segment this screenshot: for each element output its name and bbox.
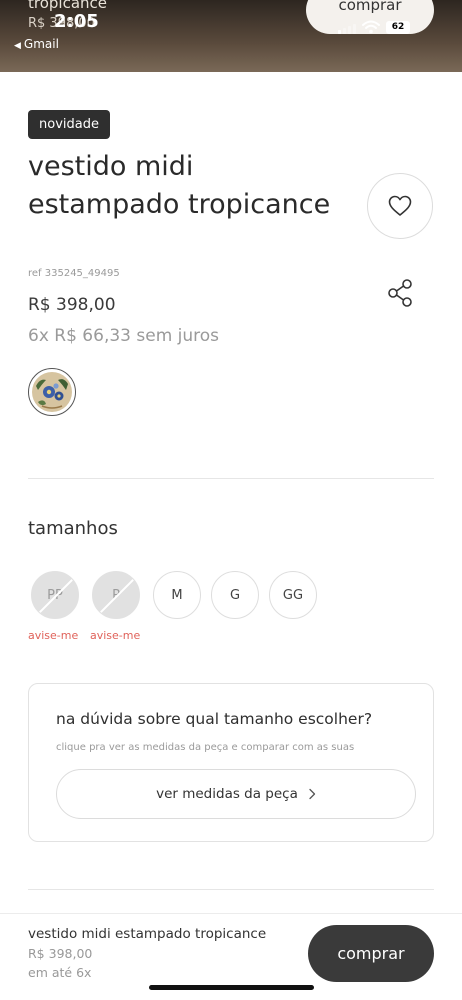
installments-text: 6x R$ 66,33 sem juros (28, 326, 220, 346)
size-option-pp[interactable]: PP (31, 571, 79, 619)
bottom-installments: em até 6x (28, 965, 92, 980)
size-option-gg[interactable]: GG (269, 571, 317, 619)
status-bar: tropicance R$ 398,00 2:05 ◀ Gmail comprar… (0, 0, 462, 72)
view-measurements-label: ver medidas da peça (156, 786, 298, 802)
chevron-right-icon (309, 788, 316, 800)
divider (28, 889, 434, 890)
product-price: R$ 398,00 (28, 295, 116, 315)
bottom-product-name: vestido midi estampado tropicance (28, 926, 267, 942)
size-guide-title: na dúvida sobre qual tamanho escolher? (56, 710, 373, 728)
product-ref: ref 335245_49495 (28, 268, 120, 279)
buy-button[interactable]: comprar (308, 925, 434, 982)
status-time: 2:05 (54, 11, 99, 32)
share-icon (388, 279, 412, 307)
share-button[interactable] (384, 278, 416, 308)
heart-icon (388, 195, 412, 216)
wifi-icon (362, 20, 380, 34)
size-option-p[interactable]: P (92, 571, 140, 619)
back-app-label: Gmail (23, 37, 59, 51)
divider (28, 478, 434, 479)
size-guide-card: na dúvida sobre qual tamanho escolher? c… (28, 683, 434, 842)
sizes-heading: tamanhos (28, 518, 118, 539)
back-arrow-icon: ◀ (14, 41, 21, 51)
color-swatch[interactable] (28, 368, 76, 416)
size-label: M (171, 587, 183, 603)
print-pattern-icon (32, 372, 72, 412)
notify-me-link[interactable]: avise-me (90, 629, 140, 642)
size-label: PP (47, 587, 63, 603)
size-option-m[interactable]: M (153, 571, 201, 619)
cellular-signal-icon (338, 24, 356, 34)
size-label: G (229, 587, 241, 603)
size-label: P (112, 587, 120, 603)
new-badge: novidade (28, 110, 110, 139)
size-label: GG (282, 587, 304, 603)
size-option-g[interactable]: G (211, 571, 259, 619)
status-icons: 62 (338, 20, 410, 34)
notify-me-link[interactable]: avise-me (28, 629, 78, 642)
bottom-product-price: R$ 398,00 (28, 946, 93, 961)
home-indicator[interactable] (149, 985, 314, 990)
favorite-button[interactable] (367, 173, 433, 239)
back-to-app-link[interactable]: ◀ Gmail (14, 37, 59, 51)
battery-icon: 62 (386, 21, 410, 34)
size-guide-subtitle: clique pra ver as medidas da peça e comp… (56, 742, 355, 753)
product-title: vestido midi estampado tropicance (28, 151, 331, 220)
view-measurements-button[interactable]: ver medidas da peça (56, 769, 416, 819)
